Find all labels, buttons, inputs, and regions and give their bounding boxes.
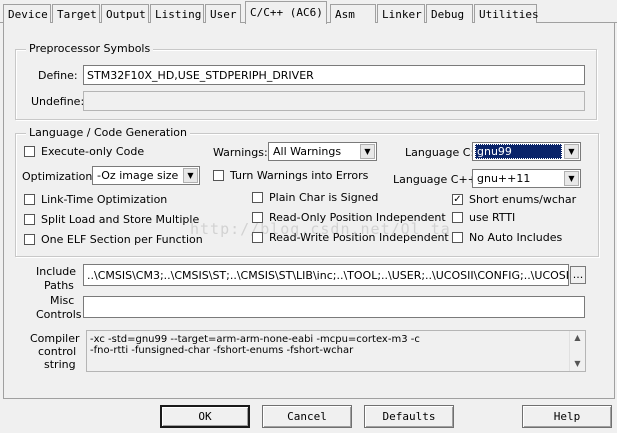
checkbox-box	[24, 214, 35, 225]
defaults-button[interactable]: Defaults	[364, 405, 454, 428]
preprocessor-legend: Preprocessor Symbols	[26, 42, 154, 55]
warnings-as-errors-label: Turn Warnings into Errors	[230, 169, 369, 182]
plain-char-signed-label: Plain Char is Signed	[269, 191, 379, 204]
checkbox-box	[452, 232, 463, 243]
checkbox-box	[24, 234, 35, 245]
compiler-string-line1: -xc -std=gnu99 --target=arm-arm-none-eab…	[90, 334, 420, 345]
language-cpp-select[interactable]: gnu++11 ▼	[472, 169, 581, 188]
compiler-string-scrollbar[interactable]: ▲ ▼	[569, 331, 585, 371]
warnings-value: All Warnings	[273, 145, 342, 158]
checkbox-box	[252, 192, 263, 203]
use-rtti-label: use RTTI	[469, 211, 516, 224]
checkmark-icon: ✓	[452, 194, 463, 205]
include-paths-input[interactable]: ..\CMSIS\CM3;..\CMSIS\ST;..\CMSIS\ST\LIB…	[83, 264, 569, 286]
optimization-select[interactable]: -Oz image size ▼	[92, 166, 200, 185]
compiler-string-line2: -fno-rtti -funsigned-char -fshort-enums …	[90, 345, 354, 356]
cancel-button[interactable]: Cancel	[262, 405, 352, 428]
compiler-string-label-line2: control	[38, 345, 77, 358]
warnings-label: Warnings:	[213, 146, 268, 159]
execute-only-label: Execute-only Code	[41, 145, 145, 158]
scroll-up-icon[interactable]: ▲	[570, 331, 585, 345]
checkbox-box	[452, 212, 463, 223]
optimization-label: Optimization:	[22, 170, 97, 183]
link-time-optimization-label: Link-Time Optimization	[41, 193, 168, 206]
chevron-down-icon[interactable]: ▼	[183, 168, 198, 183]
compiler-control-string[interactable]: -xc -std=gnu99 --target=arm-arm-none-eab…	[86, 330, 586, 372]
ok-button[interactable]: OK	[160, 405, 250, 428]
compiler-string-label-line3: string	[44, 358, 76, 371]
watermark-text: http://blog.csdn.net/Ql_ta	[190, 220, 451, 238]
define-input[interactable]: STM32F10X_HD,USE_STDPERIPH_DRIVER	[83, 65, 585, 85]
language-cpp-value: gnu++11	[477, 172, 531, 185]
tab-c-cpp-ac6[interactable]: C/C++ (AC6)	[245, 1, 327, 24]
tab-user[interactable]: User	[205, 4, 241, 23]
chevron-down-icon[interactable]: ▼	[360, 144, 375, 159]
scroll-down-icon[interactable]: ▼	[570, 357, 585, 371]
chevron-down-icon[interactable]: ▼	[564, 171, 579, 186]
tab-listing[interactable]: Listing	[150, 4, 204, 23]
language-c-label: Language C:	[405, 146, 475, 159]
one-elf-section-label: One ELF Section per Function	[41, 233, 203, 246]
language-c-select[interactable]: gnu99 ▼	[472, 142, 581, 161]
tab-asm[interactable]: Asm	[330, 4, 376, 23]
language-c-value: gnu99	[475, 144, 562, 159]
tab-target[interactable]: Target	[52, 4, 100, 23]
undefine-input[interactable]	[83, 91, 585, 111]
checkbox-box	[24, 146, 35, 157]
tab-linker[interactable]: Linker	[377, 4, 425, 23]
misc-controls-label-line1: Misc	[50, 294, 75, 307]
help-button[interactable]: Help	[522, 405, 612, 428]
include-paths-label-line2: Paths	[44, 279, 74, 292]
misc-controls-label-line2: Controls	[36, 308, 82, 321]
undefine-label: Undefine:	[31, 95, 85, 108]
warnings-select[interactable]: All Warnings ▼	[268, 142, 377, 161]
include-paths-label-line1: Include	[36, 265, 77, 278]
checkbox-box	[213, 170, 224, 181]
short-enums-label: Short enums/wchar	[469, 193, 577, 206]
tab-utilities[interactable]: Utilities	[474, 4, 539, 23]
optimization-value: -Oz image size	[97, 169, 179, 182]
chevron-down-icon[interactable]: ▼	[564, 144, 579, 159]
misc-controls-input[interactable]	[83, 296, 585, 318]
tab-debug[interactable]: Debug	[426, 4, 473, 23]
checkbox-box	[24, 194, 35, 205]
language-legend: Language / Code Generation	[26, 126, 191, 139]
compiler-string-label-line1: Compiler	[30, 332, 80, 345]
define-label: Define:	[38, 69, 78, 82]
no-auto-includes-label: No Auto Includes	[469, 231, 563, 244]
include-paths-browse-button[interactable]: ...	[570, 266, 586, 284]
split-load-store-label: Split Load and Store Multiple	[41, 213, 200, 226]
tab-device[interactable]: Device	[3, 4, 51, 23]
tab-output[interactable]: Output	[101, 4, 149, 23]
language-cpp-label: Language C++:	[393, 173, 481, 186]
